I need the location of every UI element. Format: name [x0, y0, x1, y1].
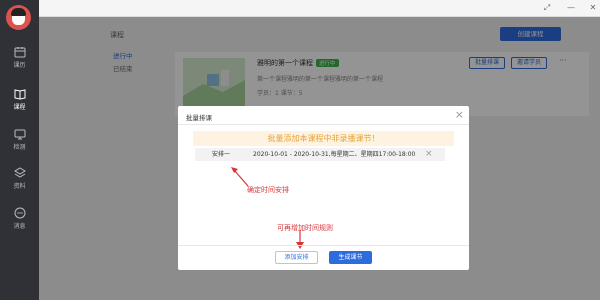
- dialog-title: 批量排课: [186, 114, 212, 122]
- nav-label: 资料: [13, 183, 26, 190]
- schedule-row[interactable]: 安排一 2020-10-01 - 2020-10-31,每星期二、星期四17:0…: [195, 148, 445, 161]
- annotation-text: 确定时间安排: [247, 186, 289, 194]
- schedule-range: 2020-10-01 - 2020-10-31,每星期二、星期四17:00-18…: [253, 151, 416, 158]
- restore-icon[interactable]: ⤢: [542, 3, 552, 13]
- nav-item-message[interactable]: 消息: [0, 203, 39, 237]
- annotation-arrow-down: [296, 230, 304, 249]
- nav-item-calendar[interactable]: 课历: [0, 42, 39, 76]
- close-icon[interactable]: ×: [455, 108, 464, 121]
- monitor-icon: [14, 129, 25, 140]
- title-bar: ⤢ — ✕: [39, 0, 600, 17]
- notice-banner: 批量添加本课程中非录播课节！: [193, 131, 454, 146]
- nav-label: 课程: [13, 104, 26, 111]
- book-icon: [14, 89, 25, 100]
- left-nav: 课历 课程 检测 资料 消息: [0, 0, 39, 300]
- batch-schedule-dialog: 批量排课 × 批量添加本课程中非录播课节！ 安排一 2020-10-01 - 2…: [178, 106, 469, 270]
- app-logo[interactable]: [6, 5, 31, 30]
- nav-label: 检测: [13, 144, 26, 151]
- minimize-icon[interactable]: —: [566, 3, 576, 13]
- schedule-label: 安排一: [212, 151, 231, 158]
- nav-item-check[interactable]: 检测: [0, 124, 39, 158]
- divider: [178, 124, 469, 125]
- nav-item-material[interactable]: 资料: [0, 163, 39, 197]
- chat-icon: [14, 207, 25, 219]
- layers-icon: [13, 167, 26, 178]
- nav-item-course[interactable]: 课程: [0, 84, 39, 118]
- calendar-icon: [14, 47, 25, 58]
- generate-lessons-button[interactable]: 生成课节: [329, 251, 372, 264]
- divider: [178, 245, 469, 246]
- close-icon[interactable]: ✕: [588, 3, 598, 13]
- add-schedule-button[interactable]: 添加安排: [275, 251, 318, 264]
- nav-label: 消息: [13, 223, 26, 230]
- nav-label: 课历: [13, 62, 26, 69]
- remove-schedule-icon[interactable]: ×: [425, 148, 433, 161]
